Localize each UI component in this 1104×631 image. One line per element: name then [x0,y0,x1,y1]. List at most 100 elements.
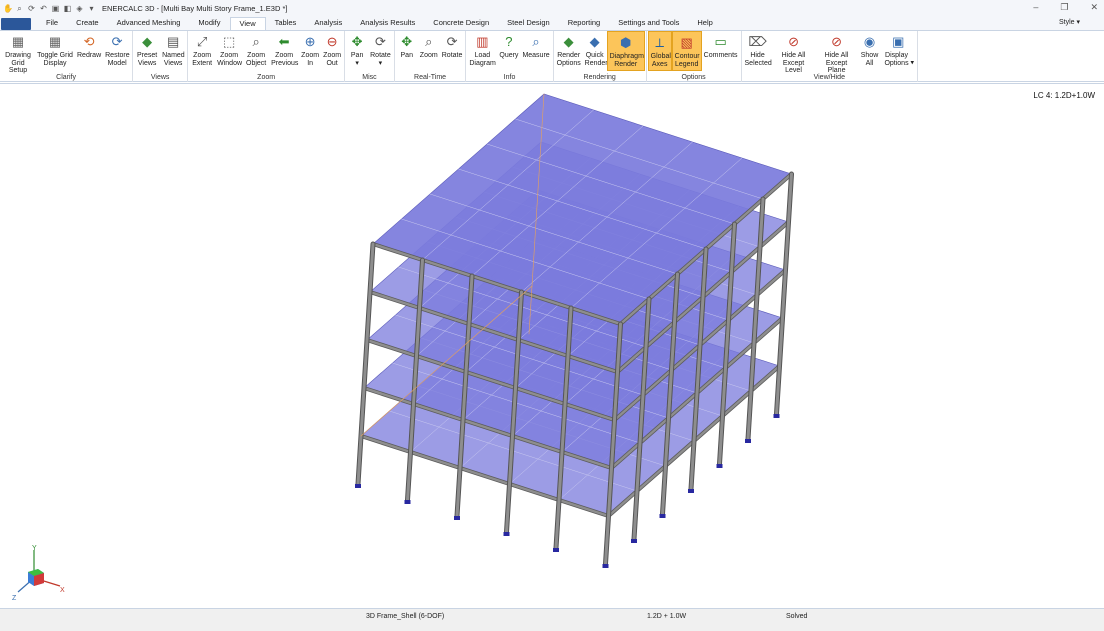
realtime-zoom-icon: ⌕ [425,34,433,49]
quick-render-button[interactable]: ◆ Quick Render [583,31,608,71]
restore-button[interactable]: ❐ [1060,2,1068,13]
realtime-rotate-button[interactable]: ⟳ Rotate [440,31,465,71]
group-info: ▥ Load Diagram ? Query ⌕ Measure Info [466,31,554,82]
render-options-icon: ◆ [563,34,574,49]
tab-analysis-results[interactable]: Analysis Results [351,17,424,30]
render-icon[interactable]: ◧ [63,4,72,13]
zoom-object-icon: ⌕ [252,34,260,49]
ribbon: ▦ Drawing Grid Setup ▦ Toggle Grid Display… [0,30,1104,82]
tab-concrete-design[interactable]: Concrete Design [424,17,498,30]
support-base [745,439,751,443]
zoom-in-button[interactable]: ⊕ Zoom In [299,31,321,71]
hide-selected-icon: ⌦ [748,34,767,49]
hide-selected-button[interactable]: ⌦ Hide Selected [743,31,773,71]
group-misc: ✥ Pan ▾ ⟳ Rotate ▾ Misc [345,31,395,82]
eye-icon: ◉ [863,34,876,49]
pan-button[interactable]: ✥ Pan ▾ [346,31,368,71]
realtime-zoom-button[interactable]: ⌕ Zoom [418,31,440,71]
hide-all-except-level-button[interactable]: ⊘ Hide All Except Level [773,31,815,74]
restore-icon: ⟳ [111,34,123,49]
support-base [503,532,510,536]
tab-advanced-meshing[interactable]: Advanced Meshing [108,17,190,30]
named-views-button[interactable]: ▤ Named Views [160,31,186,71]
hide-all-except-plane-button[interactable]: ⊘ Hide All Except Plane [815,31,859,74]
zoom-window-button[interactable]: ⬚ Zoom Window [215,31,243,71]
diaphragm-render-icon: ⬢ [619,35,632,50]
tab-modify[interactable]: Modify [189,17,229,30]
zoom-extent-icon: ⤢ [196,34,208,49]
zoom-object-button[interactable]: ⌕ Zoom Object [243,31,269,71]
load-diagram-button[interactable]: ▥ Load Diagram [467,31,497,71]
support-base [553,548,559,552]
zoom-icon[interactable]: ⌕ [15,4,24,13]
close-button[interactable]: ✕ [1090,2,1098,13]
group-real-time: ✥ Pan ⌕ Zoom ⟳ Rotate Real-Time [395,31,467,82]
zoom-out-button[interactable]: ⊖ Zoom Out [321,31,343,71]
tab-create[interactable]: Create [67,17,108,30]
query-button[interactable]: ? Query [497,31,520,71]
frame-geometry [355,93,794,568]
undo-icon[interactable]: ↶ [39,4,48,13]
group-views: ◆ Preset Views ▤ Named Views Views [133,31,189,82]
support-base [688,489,694,493]
display-icon[interactable]: ▣ [51,4,60,13]
group-view-hide: ⌦ Hide Selected ⊘ Hide All Except Level ⊘ H… [742,31,919,82]
zoom-extent-button[interactable]: ⤢ Zoom Extent [189,31,215,71]
minimize-button[interactable]: – [1033,2,1038,13]
redraw-button[interactable]: ⟲ Redraw [75,31,103,71]
measure-button[interactable]: ⌕ Measure [520,31,551,71]
app-logo[interactable] [1,18,31,30]
drawing-grid-setup-button[interactable]: ▦ Drawing Grid Setup [1,31,35,74]
restore-model-button[interactable]: ⟳ Restore Model [103,31,131,71]
column [775,172,793,416]
preset-views-button[interactable]: ◆ Preset Views [134,31,160,71]
status-load-combo: 1.2D + 1.0W [647,613,687,620]
zoom-previous-icon: ⬅ [278,34,290,49]
support-base [716,464,723,468]
diaphragm-render-button[interactable]: ⬢ Diaphragm Render [606,31,645,71]
preset-views-icon: ◆ [142,34,153,49]
tab-reporting[interactable]: Reporting [559,17,610,30]
tab-tables[interactable]: Tables [266,17,306,30]
group-clarify: ▦ Drawing Grid Setup ▦ Toggle Grid Display… [0,31,134,82]
tab-file[interactable]: File [37,17,67,30]
comments-icon: ▭ [714,34,727,49]
zoom-previous-button[interactable]: ⬅ Zoom Previous [269,31,299,71]
style-menu[interactable]: Style ▾ [1059,18,1080,26]
pan-hand-icon[interactable]: ✋ [3,4,13,13]
render-options-button[interactable]: ◆ Render Options [555,31,583,71]
display-options-button[interactable]: ▣ Display Options ▾ [881,31,917,71]
rotate-icon[interactable]: ⟳ [27,4,36,13]
global-axes-button[interactable]: ⟂ Global Axes [647,31,672,71]
structure-model[interactable] [0,84,1104,609]
support-base [454,516,460,520]
toggle-grid-display-button[interactable]: ▦ Toggle Grid Display [35,31,75,71]
model-viewport[interactable]: LC 4: 1.2D+1.0W Y X Z [0,83,1104,608]
quick-access-toolbar: ✋ ⌕ ⟳ ↶ ▣ ◧ ◈ ▾ [0,4,96,13]
realtime-rotate-icon: ⟳ [446,34,458,49]
zoom-window-icon: ⬚ [222,34,236,49]
hide-level-icon: ⊘ [788,34,799,49]
tab-steel-design[interactable]: Steel Design [498,17,559,30]
dropdown-icon[interactable]: ▾ [87,4,96,13]
column [356,242,375,486]
rotate-button[interactable]: ⟳ Rotate ▾ [368,31,393,71]
tab-analysis[interactable]: Analysis [305,17,351,30]
options-icon[interactable]: ◈ [75,4,84,13]
zoom-in-icon: ⊕ [304,34,316,49]
hide-plane-icon: ⊘ [831,34,842,49]
quick-render-icon: ◆ [589,34,600,49]
tab-settings-and-tools[interactable]: Settings and Tools [609,17,688,30]
tab-help[interactable]: Help [688,17,721,30]
group-rendering: ◆ Render Options ◆ Quick Render ⬢ Diaphragm… [554,31,647,82]
show-all-button[interactable]: ◉ Show All [859,31,881,71]
realtime-pan-button[interactable]: ✥ Pan [396,31,418,71]
axis-y-label: Y [32,545,37,552]
tab-view[interactable]: View [229,17,266,30]
support-base [631,539,637,543]
support-base [602,564,609,568]
contour-legend-button[interactable]: ▧ Contour Legend [671,31,702,71]
group-options: ⟂ Global Axes ▧ Contour Legend ▭ Comments O… [647,31,742,82]
window-title: ENERCALC 3D - [Multi Bay Multi Story Fra… [102,3,288,13]
comments-button[interactable]: ▭ Comments [702,31,740,71]
